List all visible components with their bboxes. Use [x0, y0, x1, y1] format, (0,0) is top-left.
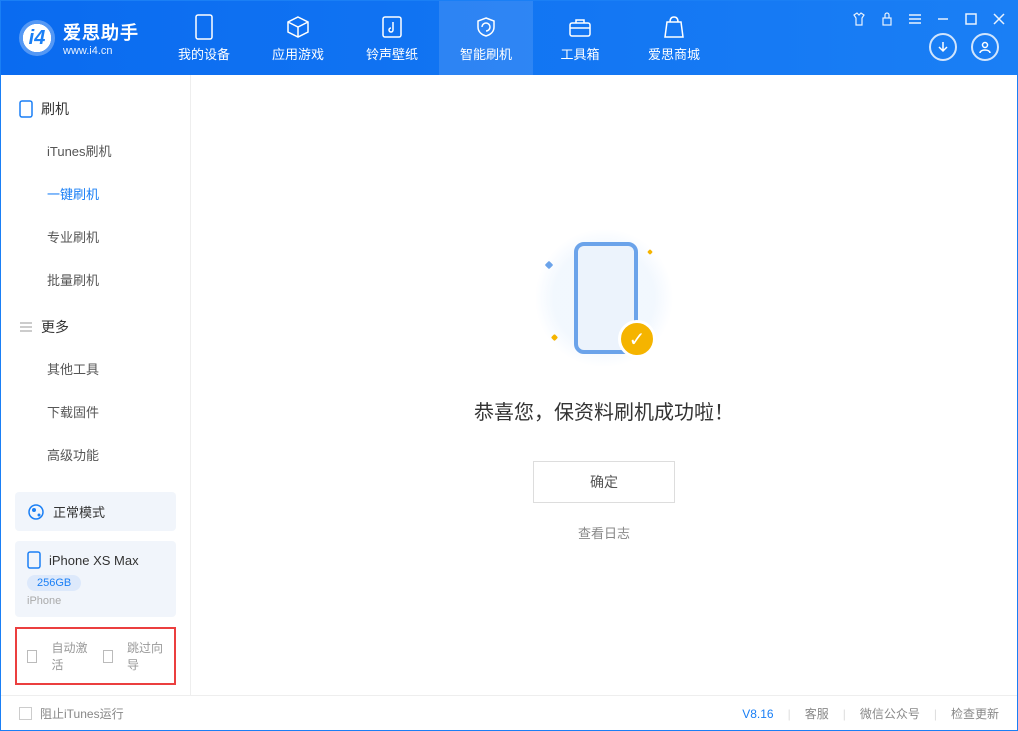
mode-icon [27, 503, 45, 521]
sidebar: 刷机 iTunes刷机 一键刷机 专业刷机 批量刷机 更多 其他工具 下载固件 … [1, 75, 191, 695]
tab-label: 工具箱 [560, 44, 599, 63]
sidebar-item-other-tools[interactable]: 其他工具 [1, 347, 190, 390]
wechat-link[interactable]: 微信公众号 [860, 705, 920, 722]
highlighted-options: 自动激活 跳过向导 [15, 627, 176, 685]
sidebar-item-pro-flash[interactable]: 专业刷机 [1, 215, 190, 258]
sidebar-header-more: 更多 [1, 307, 190, 347]
check-update-link[interactable]: 检查更新 [951, 705, 999, 722]
sidebar-item-batch-flash[interactable]: 批量刷机 [1, 258, 190, 301]
toolbox-icon [567, 14, 593, 40]
device-card[interactable]: iPhone XS Max 256GB iPhone [15, 541, 176, 617]
phone-icon [191, 14, 217, 40]
view-log-link[interactable]: 查看日志 [578, 523, 630, 542]
device-cards: 正常模式 iPhone XS Max 256GB iPhone [1, 492, 190, 627]
tab-label: 铃声壁纸 [366, 44, 418, 63]
tab-ringtone-wallpaper[interactable]: 铃声壁纸 [345, 1, 439, 75]
sidebar-item-oneclick-flash[interactable]: 一键刷机 [1, 172, 190, 215]
main-content: ✓ 恭喜您，保资料刷机成功啦！ 确定 查看日志 [191, 75, 1017, 695]
tab-smart-flash[interactable]: 智能刷机 [439, 1, 533, 75]
cube-icon [285, 14, 311, 40]
shirt-icon[interactable] [851, 11, 867, 27]
lock-icon[interactable] [879, 11, 895, 27]
maximize-icon[interactable] [963, 11, 979, 27]
logo-icon: i4 [19, 20, 55, 56]
support-link[interactable]: 客服 [805, 705, 829, 722]
device-name: iPhone XS Max [49, 553, 139, 568]
menu-icon[interactable] [907, 11, 923, 27]
sidebar-section-more: 更多 其他工具 下载固件 高级功能 [1, 307, 190, 476]
tab-label: 我的设备 [178, 44, 230, 63]
checkbox-auto-activate[interactable] [27, 650, 37, 663]
tab-label: 爱思商城 [648, 44, 700, 63]
sidebar-item-download-firmware[interactable]: 下载固件 [1, 390, 190, 433]
header-right-actions [929, 33, 999, 61]
sidebar-item-advanced[interactable]: 高级功能 [1, 433, 190, 476]
logo-text: 爱思助手 www.i4.cn [63, 19, 139, 57]
logo-area: i4 爱思助手 www.i4.cn [1, 19, 157, 57]
tab-label: 应用游戏 [272, 44, 324, 63]
sidebar-section-flash: 刷机 iTunes刷机 一键刷机 专业刷机 批量刷机 [1, 89, 190, 301]
list-icon [19, 321, 33, 333]
checkmark-badge-icon: ✓ [618, 320, 656, 358]
user-button[interactable] [971, 33, 999, 61]
app-subtitle: www.i4.cn [63, 45, 139, 57]
device-icon [27, 551, 41, 569]
tab-my-device[interactable]: 我的设备 [157, 1, 251, 75]
mode-card[interactable]: 正常模式 [15, 492, 176, 531]
shopping-bag-icon [661, 14, 687, 40]
version-label: V8.16 [742, 707, 773, 721]
tab-toolbox[interactable]: 工具箱 [533, 1, 627, 75]
checkbox-block-itunes[interactable] [19, 707, 32, 720]
tab-label: 智能刷机 [460, 44, 512, 63]
close-icon[interactable] [991, 11, 1007, 27]
body: 刷机 iTunes刷机 一键刷机 专业刷机 批量刷机 更多 其他工具 下载固件 … [1, 75, 1017, 695]
footer: 阻止iTunes运行 V8.16 | 客服 | 微信公众号 | 检查更新 [1, 695, 1017, 731]
device-type: iPhone [27, 595, 164, 607]
mode-label: 正常模式 [53, 502, 105, 521]
sidebar-section-title: 更多 [41, 317, 69, 337]
checkbox-skip-guide[interactable] [103, 650, 113, 663]
music-file-icon [379, 14, 405, 40]
tab-apps-games[interactable]: 应用游戏 [251, 1, 345, 75]
app-header: i4 爱思助手 www.i4.cn 我的设备 应用游戏 铃声壁纸 智能刷机 工具… [1, 1, 1017, 75]
footer-right: V8.16 | 客服 | 微信公众号 | 检查更新 [742, 705, 999, 722]
checkbox-label: 跳过向导 [127, 639, 164, 673]
download-button[interactable] [929, 33, 957, 61]
refresh-shield-icon [473, 14, 499, 40]
app-title: 爱思助手 [63, 19, 139, 45]
storage-badge: 256GB [27, 575, 81, 591]
main-tabs: 我的设备 应用游戏 铃声壁纸 智能刷机 工具箱 爱思商城 [157, 1, 721, 75]
success-message: 恭喜您，保资料刷机成功啦！ [474, 396, 734, 425]
ok-button[interactable]: 确定 [533, 461, 675, 503]
tab-store[interactable]: 爱思商城 [627, 1, 721, 75]
sidebar-section-title: 刷机 [41, 99, 69, 119]
sidebar-header-flash: 刷机 [1, 89, 190, 129]
sidebar-item-itunes-flash[interactable]: iTunes刷机 [1, 129, 190, 172]
checkbox-label: 自动激活 [51, 639, 88, 673]
window-controls [851, 11, 1007, 27]
block-itunes-label: 阻止iTunes运行 [40, 705, 124, 722]
minimize-icon[interactable] [935, 11, 951, 27]
device-icon [19, 100, 33, 118]
success-illustration: ✓ [534, 228, 674, 368]
